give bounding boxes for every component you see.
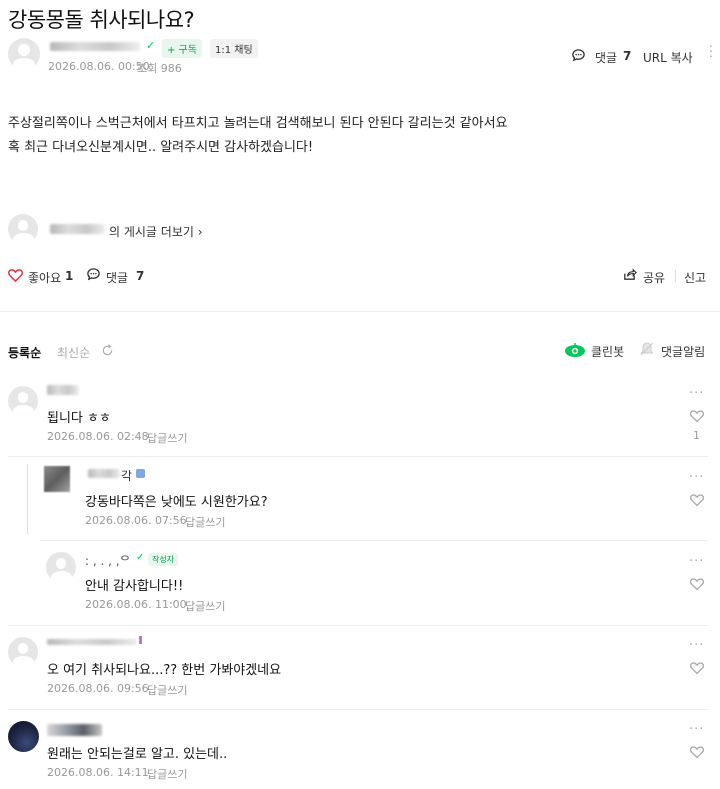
commenter-name-suffix[interactable]: 각 [121, 467, 132, 484]
post-title: 강동몽돌 취사되나요? [8, 8, 195, 32]
author-name[interactable] [50, 42, 140, 51]
chat-button[interactable]: 1:1 채팅 [210, 39, 258, 58]
comment-date: 2026.08.06. 07:56 [85, 514, 187, 527]
like-label[interactable]: 좋아요 [28, 269, 61, 286]
comment-text: 안내 감사합니다!! [85, 579, 184, 594]
divider [675, 270, 676, 282]
author-avatar-small[interactable] [8, 214, 38, 244]
verified-sprout-icon: ✓ [146, 39, 156, 52]
commenter-avatar[interactable] [8, 386, 38, 416]
comment-text: 강동바다쪽은 낮에도 시원한가요? [85, 495, 268, 510]
reply-button[interactable]: 답글쓰기 [147, 766, 187, 782]
more-dots-icon[interactable]: ··· [689, 554, 704, 569]
comment-text: 원래는 안되는걸로 알고. 있는데.. [47, 747, 228, 762]
comment-label[interactable]: 댓글 [106, 269, 128, 286]
more-dots-icon[interactable]: ··· [689, 638, 704, 653]
heart-icon[interactable] [689, 660, 705, 676]
subscribe-button[interactable]: + 구독 [162, 39, 202, 58]
reply-button[interactable]: 답글쓰기 [185, 598, 225, 614]
post-body-line-2: 혹 최근 다녀오신분계시면.. 알려주시면 감사하겠습니다! [8, 140, 314, 155]
comment-divider [8, 709, 708, 710]
more-dots-icon[interactable]: ··· [702, 44, 717, 59]
speech-bubble-icon[interactable] [86, 267, 101, 282]
commenter-avatar[interactable] [8, 637, 38, 667]
comment-divider [8, 625, 708, 626]
author-avatar[interactable] [46, 552, 76, 582]
heart-icon[interactable] [689, 576, 705, 592]
commenter-name[interactable] [88, 469, 120, 478]
author-avatar[interactable] [8, 38, 40, 70]
like-count[interactable]: 1 [65, 269, 73, 283]
commenter-name[interactable] [47, 385, 79, 395]
comment-alarm-label[interactable]: 댓글알림 [661, 343, 705, 360]
post-body-line-1: 주상절리쪽이나 스벅근처에서 타프치고 놀려는대 검색해보니 된다 안된다 갈리… [8, 116, 508, 131]
comment-divider [8, 456, 708, 457]
reply-button[interactable]: 답글쓰기 [147, 430, 187, 446]
share-icon[interactable] [622, 267, 637, 282]
share-button[interactable]: 공유 [643, 269, 665, 286]
heart-icon[interactable] [689, 408, 705, 424]
reply-button[interactable]: 답글쓰기 [147, 682, 187, 698]
comment-divider [40, 540, 708, 541]
writer-badge: 작성자 [148, 553, 179, 566]
comment-date: 2026.08.06. 14:11 [47, 766, 149, 779]
verified-sprout-icon: ✓ [136, 552, 145, 563]
commenter-avatar[interactable] [8, 721, 39, 752]
comment-date: 2026.08.06. 02:48 [47, 430, 149, 443]
refresh-icon[interactable] [101, 344, 114, 357]
manager-badge-icon [136, 469, 145, 478]
more-dots-icon[interactable]: ··· [689, 722, 704, 737]
author-name-blurred[interactable] [50, 224, 105, 234]
badge-icon [139, 636, 142, 644]
sort-latest[interactable]: 최신순 [57, 344, 90, 361]
commenter-avatar[interactable] [44, 466, 70, 492]
comment-date: 2026.08.06. 11:00 [85, 598, 187, 611]
commenter-name[interactable] [47, 639, 137, 645]
report-button[interactable]: 신고 [684, 269, 706, 286]
commenter-name[interactable] [47, 724, 102, 736]
post-views: 조회 986 [137, 62, 182, 75]
heart-icon[interactable] [8, 268, 23, 282]
reply-indent-line [27, 464, 28, 534]
header-comment-count[interactable]: 7 [623, 49, 631, 63]
speech-bubble-icon[interactable] [571, 48, 586, 63]
bell-icon[interactable] [639, 341, 655, 357]
header-comment-label[interactable]: 댓글 [595, 49, 617, 66]
commenter-name[interactable]: : , . , ,ᄋ [85, 552, 131, 569]
more-posts-link[interactable]: 의 게시글 더보기 › [109, 223, 203, 240]
url-copy-button[interactable]: URL 복사 [643, 49, 693, 66]
heart-icon[interactable] [689, 492, 705, 508]
comment-count[interactable]: 7 [136, 269, 144, 283]
heart-icon[interactable] [689, 744, 705, 760]
more-dots-icon[interactable]: ··· [689, 470, 704, 485]
reply-button[interactable]: 답글쓰기 [185, 514, 225, 530]
comment-text: 됩니다 ㅎㅎ [47, 411, 111, 426]
more-dots-icon[interactable]: ··· [689, 386, 704, 401]
sort-registered[interactable]: 등록순 [8, 344, 41, 361]
section-divider [0, 311, 720, 312]
comment-like-count: 1 [693, 429, 700, 442]
comment-text: 오 여기 취사되나요...?? 한번 가봐야겠네요 [47, 663, 282, 678]
cleanbot-icon[interactable] [564, 342, 586, 358]
cleanbot-label[interactable]: 클린봇 [591, 343, 624, 360]
comment-date: 2026.08.06. 09:56 [47, 682, 149, 695]
post-date: 2026.08.06. 00:50 [48, 60, 150, 73]
